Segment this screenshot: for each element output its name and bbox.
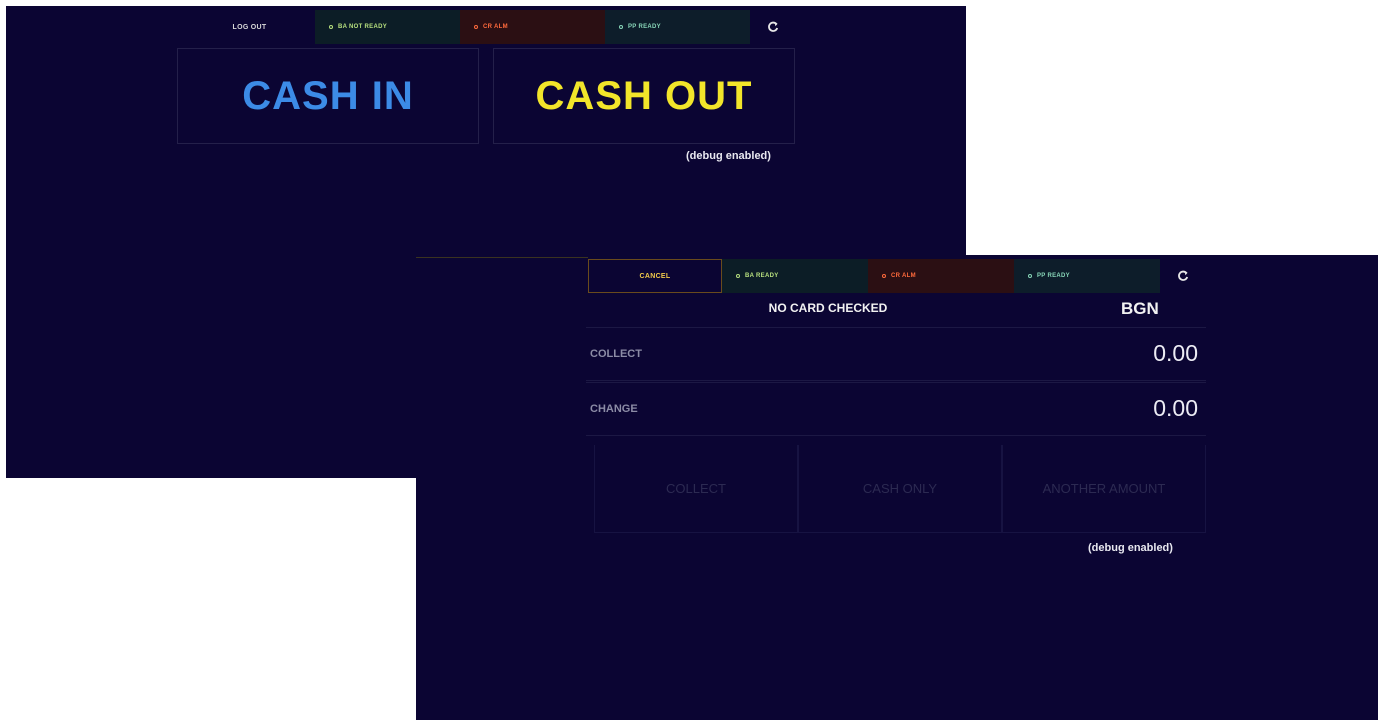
- collect-label: COLLECT: [590, 348, 642, 360]
- status-bar: CANCEL BA READY CR ALM PP READY: [588, 259, 1206, 293]
- printer-status-text: PP READY: [1037, 273, 1070, 279]
- cancel-button[interactable]: CANCEL: [588, 259, 722, 293]
- card-reader-status-text: CR ALM: [483, 24, 508, 30]
- bill-acceptor-status: BA READY: [722, 259, 868, 293]
- printer-status: PP READY: [605, 10, 750, 44]
- status-dot-icon: [736, 274, 740, 278]
- card-reader-status: CR ALM: [460, 10, 605, 44]
- collect-button[interactable]: COLLECT: [594, 445, 798, 533]
- logout-button[interactable]: LOG OUT: [184, 10, 315, 44]
- cash-in-button[interactable]: CASH IN: [177, 48, 479, 144]
- status-dot-icon: [619, 25, 623, 29]
- refresh-icon[interactable]: [1160, 259, 1206, 293]
- change-row: CHANGE 0.00: [586, 382, 1206, 436]
- action-bar: COLLECT CASH ONLY ANOTHER AMOUNT: [594, 445, 1206, 533]
- printer-status: PP READY: [1014, 259, 1160, 293]
- status-bar: LOG OUT BA NOT READY CR ALM PP READY: [184, 10, 796, 44]
- cash-out-button[interactable]: CASH OUT: [493, 48, 795, 144]
- change-label: CHANGE: [590, 403, 638, 415]
- collect-amount: 0.00: [1153, 340, 1198, 366]
- debug-indicator: (debug enabled): [1088, 542, 1173, 554]
- collect-row: COLLECT 0.00: [586, 327, 1206, 381]
- cash-out-screen: CANCEL BA READY CR ALM PP READY NO CARD …: [416, 255, 1378, 720]
- bill-acceptor-status-text: BA NOT READY: [338, 24, 388, 30]
- card-status: NO CARD CHECKED: [768, 301, 888, 315]
- status-dot-icon: [882, 274, 886, 278]
- change-amount: 0.00: [1153, 395, 1198, 421]
- card-reader-status: CR ALM: [868, 259, 1014, 293]
- cash-only-button[interactable]: CASH ONLY: [798, 445, 1002, 533]
- bill-acceptor-status: BA NOT READY: [315, 10, 460, 44]
- card-reader-status-text: CR ALM: [891, 273, 916, 279]
- another-amount-button[interactable]: ANOTHER AMOUNT: [1002, 445, 1206, 533]
- refresh-icon-glyph: [768, 21, 779, 32]
- refresh-icon-glyph: [1178, 270, 1189, 281]
- currency-code: BGN: [1121, 299, 1159, 318]
- divider: [416, 257, 588, 258]
- status-dot-icon: [1028, 274, 1032, 278]
- status-dot-icon: [474, 25, 478, 29]
- status-dot-icon: [329, 25, 333, 29]
- debug-indicator: (debug enabled): [686, 150, 771, 162]
- printer-status-text: PP READY: [628, 24, 661, 30]
- refresh-icon[interactable]: [750, 10, 796, 44]
- bill-acceptor-status-text: BA READY: [745, 273, 779, 279]
